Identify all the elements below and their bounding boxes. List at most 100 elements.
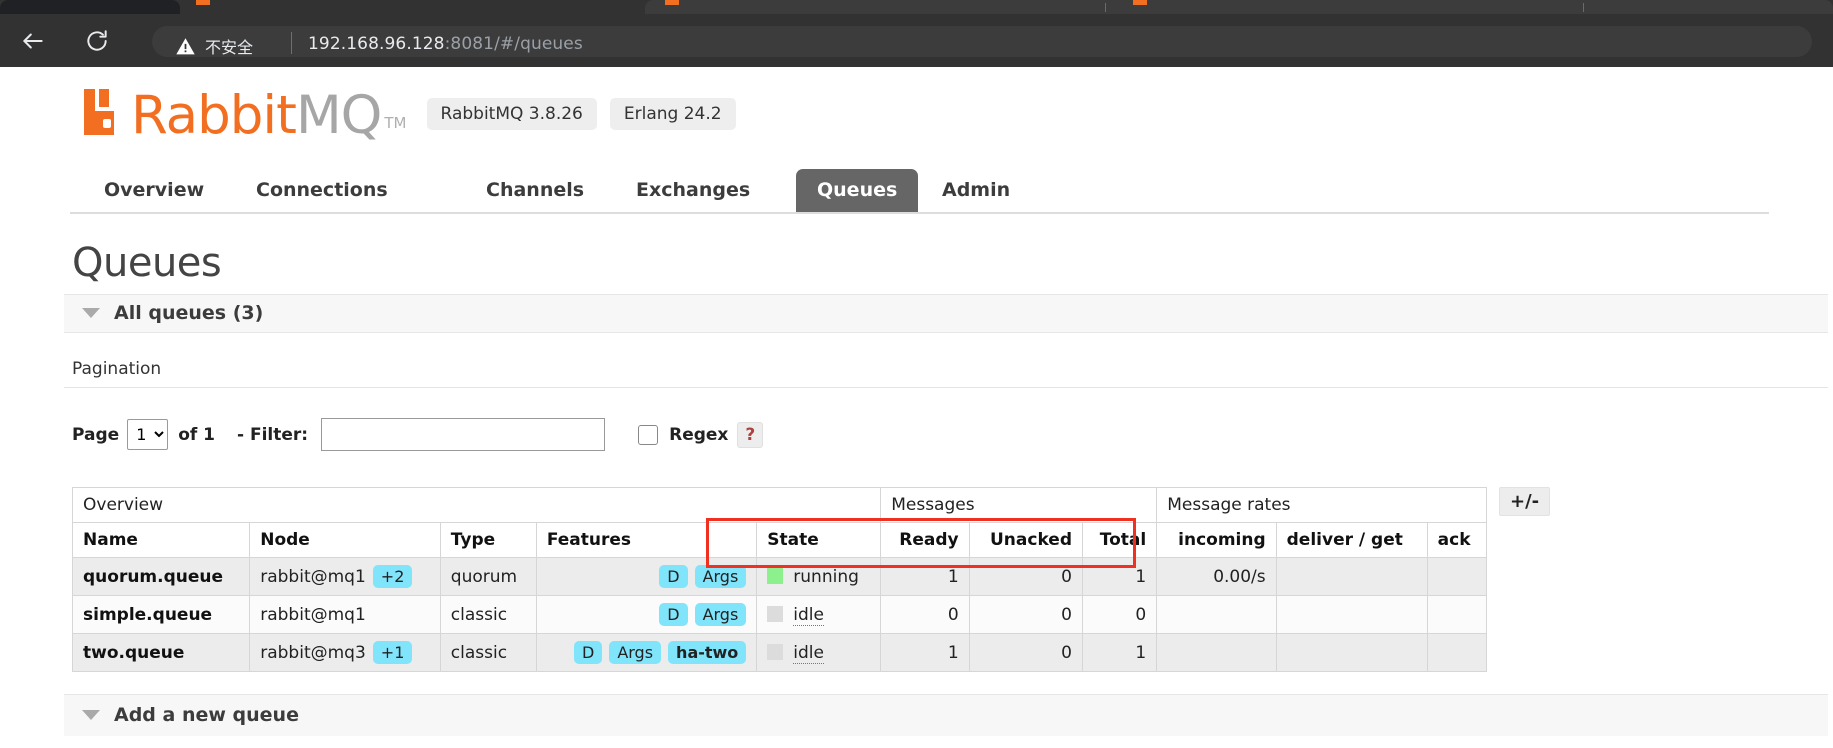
browser-tab[interactable] [0,0,180,14]
toggle-columns-button[interactable]: +/- [1499,487,1551,516]
queue-ack-cell [1426,557,1488,596]
queue-name-link[interactable]: simple.queue [83,605,212,625]
all-queues-label: All queues (3) [114,302,264,324]
node-extra-badge: +2 [372,565,413,588]
filter-input[interactable] [321,418,606,451]
queue-state-cell: idle [756,595,882,634]
pagination-divider [64,387,1828,388]
filter-label: - Filter: [237,424,309,445]
queue-node-cell: rabbit@mq1 +2 [249,557,441,596]
pagination-label: Pagination [72,359,162,379]
queue-features-cell: D Args [535,595,758,634]
col-total[interactable]: Total [1081,522,1158,558]
tab-channels[interactable]: Channels [465,169,605,212]
status-indicator-idle [767,643,784,660]
col-type[interactable]: Type [439,522,537,558]
chevron-down-icon [82,308,100,318]
node-name: rabbit@mq3 [260,643,366,663]
queue-name-cell[interactable]: simple.queue [71,595,251,634]
url-host: 192.168.96.128 [308,34,445,54]
group-message-rates: Message rates [1156,487,1487,523]
state-label: idle [793,604,824,626]
group-header-row: Overview Messages Message rates [71,487,1487,523]
rabbitmq-logo[interactable]: RabbitMQ TM RabbitMQ 3.8.26 Erlang 24.2 [84,89,1833,142]
queue-name-link[interactable]: two.queue [83,643,184,663]
col-ack[interactable]: ack [1426,522,1488,558]
rabbit-logo-icon [84,89,126,135]
queue-unacked-cell: 0 [968,595,1084,634]
all-queues-section-header[interactable]: All queues (3) [64,294,1828,333]
omnibox-divider [291,32,292,54]
regex-label: Regex [669,424,729,445]
col-deliver-get[interactable]: deliver / get [1275,522,1428,558]
chevron-down-icon [82,710,100,720]
logo-wordmark: RabbitMQ [131,89,382,142]
queue-name-link[interactable]: quorum.queue [83,567,223,587]
queues-table-body: quorum.queue rabbit@mq1 +2 quorum D Args r… [71,557,1488,672]
queue-ready-cell: 1 [880,557,970,596]
feature-badge-args: Args [609,641,662,664]
table-row[interactable]: two.queue rabbit@mq3 +1 classic D Args ha-t… [71,633,1488,672]
node-name: rabbit@mq1 [260,567,366,587]
state-label: running [793,566,859,587]
back-arrow-icon[interactable] [20,28,46,54]
add-queue-section-header[interactable]: Add a new queue [64,694,1828,736]
tab-favicon-icon [196,0,210,5]
queue-total-cell: 1 [1081,633,1158,672]
group-messages: Messages [880,487,1158,523]
queues-table-head: Overview Messages Message rates Name Nod… [71,487,1488,558]
col-features[interactable]: Features [535,522,758,558]
browser-tab-strip [0,0,1833,14]
page-title: Queues [72,240,222,286]
queue-deliver-get-cell [1275,595,1428,634]
tab-exchanges[interactable]: Exchanges [615,169,771,212]
queue-node-cell: rabbit@mq1 [249,595,441,634]
queue-unacked-cell: 0 [968,633,1084,672]
feature-badge-args: Args [694,565,747,588]
tab-queues[interactable]: Queues [796,169,919,212]
queue-ack-cell [1426,633,1488,672]
logo-rabbit-text: Rabbit [131,85,297,146]
queue-ready-cell: 0 [880,595,970,634]
col-name[interactable]: Name [71,522,251,558]
queue-incoming-cell: 0.00/s [1156,557,1277,596]
version-badges: RabbitMQ 3.8.26 Erlang 24.2 [426,98,736,130]
warning-triangle-icon [176,37,195,54]
reload-icon[interactable] [84,28,110,54]
url-path: :8081/#/queues [444,34,583,54]
queue-name-cell[interactable]: two.queue [71,633,251,672]
queue-ready-cell: 1 [880,633,970,672]
col-state[interactable]: State [756,522,882,558]
feature-badge-durable: D [659,565,688,588]
queue-total-cell: 0 [1081,595,1158,634]
url-text: 192.168.96.128:8081/#/queues [308,34,583,54]
col-node[interactable]: Node [249,522,441,558]
table-row[interactable]: quorum.queue rabbit@mq1 +2 quorum D Args r… [71,557,1488,596]
logo-tm-mark: TM [384,114,407,132]
col-incoming[interactable]: incoming [1156,522,1277,558]
page-select[interactable]: 1 [127,419,169,450]
tab-connections[interactable]: Connections [235,169,409,212]
tab-overview[interactable]: Overview [83,169,225,212]
security-indicator[interactable]: 不安全 [175,34,253,58]
col-ready[interactable]: Ready [880,522,970,558]
queue-total-cell: 1 [1081,557,1158,596]
regex-help-button[interactable]: ? [737,421,764,448]
browser-tab-active[interactable] [645,0,1833,14]
erlang-version-badge: Erlang 24.2 [609,98,736,130]
browser-chrome: 不安全 192.168.96.128:8081/#/queues [0,0,1833,67]
tab-separator [1583,3,1584,12]
tab-admin[interactable]: Admin [921,169,1031,212]
regex-checkbox[interactable] [638,424,659,445]
app-header: RabbitMQ TM RabbitMQ 3.8.26 Erlang 24.2 [8,67,1833,153]
security-label: 不安全 [205,38,254,57]
queue-features-cell: D Args ha-two [535,633,758,672]
rabbitmq-page: RabbitMQ TM RabbitMQ 3.8.26 Erlang 24.2 … [0,67,1833,748]
queue-state-cell: idle [756,633,882,672]
queue-features-cell: D Args [535,557,758,596]
col-unacked[interactable]: Unacked [968,522,1084,558]
queue-name-cell[interactable]: quorum.queue [71,557,251,596]
queue-type-cell: classic [439,595,537,634]
table-row[interactable]: simple.queue rabbit@mq1 classic D Args id… [71,595,1488,634]
tab-separator [1105,3,1106,12]
